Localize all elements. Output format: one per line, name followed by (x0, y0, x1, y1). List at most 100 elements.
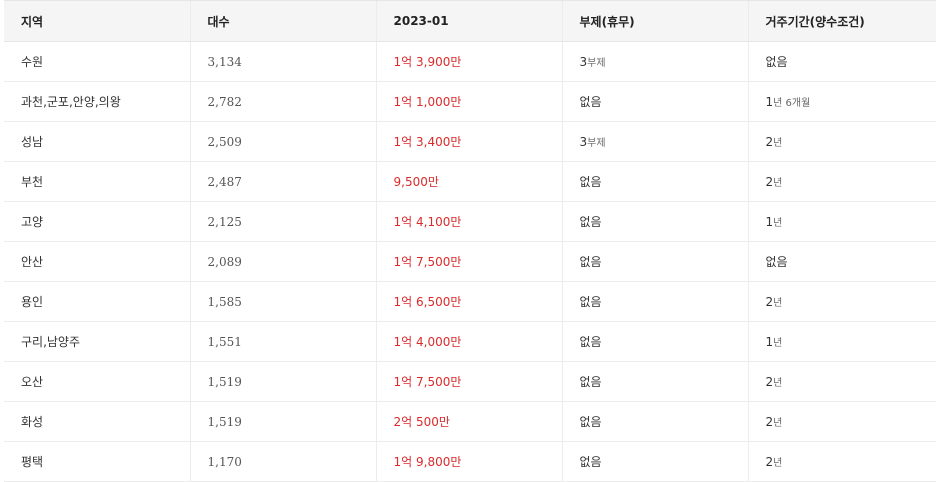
substitute-cell: 없음 (561, 441, 748, 482)
substitute-unit: 없음 (579, 215, 602, 229)
residence-cell: 2년 (747, 161, 936, 202)
residence-cell: 없음 (747, 241, 936, 282)
count-cell: 2,509 (189, 121, 376, 162)
residence-number: 1 (765, 95, 774, 109)
region-cell: 안산 (4, 241, 190, 282)
count-cell: 2,487 (189, 161, 376, 202)
residence-number: 2 (765, 375, 774, 389)
substitute-cell: 없음 (561, 361, 748, 402)
table-row: 오산 1,519 1억 7,500만 없음 2년 (4, 361, 936, 402)
residence-cell: 2년 (747, 281, 936, 322)
price-cell: 1억 9,800만 (375, 441, 562, 482)
substitute-cell: 없음 (561, 201, 748, 242)
residence-unit: 없음 (765, 55, 788, 69)
substitute-unit: 없음 (579, 335, 602, 349)
substitute-cell: 없음 (561, 401, 748, 442)
residence-cell: 1년 (747, 201, 936, 242)
substitute-cell: 3부제 (561, 121, 748, 162)
substitute-unit: 없음 (579, 375, 602, 389)
residence-cell: 없음 (747, 41, 936, 82)
substitute-number: 3 (579, 55, 588, 69)
substitute-cell: 없음 (561, 321, 748, 362)
substitute-cell: 없음 (561, 281, 748, 322)
substitute-cell: 없음 (561, 81, 748, 122)
substitute-unit: 부제 (587, 138, 606, 149)
count-cell: 2,782 (189, 81, 376, 122)
region-cell: 수원 (4, 41, 190, 82)
price-cell: 1억 1,000만 (375, 81, 562, 122)
residence-cell: 1년 (747, 321, 936, 362)
table-row: 평택 1,170 1억 9,800만 없음 2년 (4, 441, 936, 482)
substitute-unit: 없음 (579, 175, 602, 189)
header-row: 지역 대수 2023-01 부제(휴무) 거주기간(양수조건) (4, 0, 936, 42)
substitute-unit: 부제 (587, 58, 606, 69)
substitute-unit: 없음 (579, 415, 602, 429)
count-cell: 1,170 (189, 441, 376, 482)
residence-unit: 년 (773, 138, 783, 149)
table-header: 지역 대수 2023-01 부제(휴무) 거주기간(양수조건) (4, 0, 936, 42)
price-cell: 9,500만 (375, 161, 562, 202)
count-cell: 2,089 (189, 241, 376, 282)
residence-cell: 2년 (747, 441, 936, 482)
residence-number: 2 (765, 295, 774, 309)
price-cell: 1억 3,900만 (375, 41, 562, 82)
price-cell: 1억 6,500만 (375, 281, 562, 322)
region-cell: 오산 (4, 361, 190, 402)
header-price: 2023-01 (375, 0, 562, 42)
substitute-number: 3 (579, 135, 588, 149)
region-cell: 성남 (4, 121, 190, 162)
residence-unit: 년 6개월 (773, 98, 811, 109)
region-cell: 과천,군포,안양,의왕 (4, 81, 190, 122)
header-count: 대수 (189, 0, 376, 42)
table-body: 수원 3,134 1억 3,900만 3부제 없음 과천,군포,안양,의왕 2,782 1억 … (4, 41, 936, 482)
residence-unit: 없음 (765, 255, 788, 269)
table-row: 안산 2,089 1억 7,500만 없음 없음 (4, 241, 936, 282)
header-region: 지역 (4, 0, 190, 42)
price-cell: 1억 4,000만 (375, 321, 562, 362)
substitute-cell: 3부제 (561, 41, 748, 82)
residence-number: 1 (765, 335, 774, 349)
residence-number: 2 (765, 455, 774, 469)
count-cell: 1,519 (189, 401, 376, 442)
residence-cell: 2년 (747, 401, 936, 442)
table-row: 과천,군포,안양,의왕 2,782 1억 1,000만 없음 1년 6개월 (4, 81, 936, 122)
table-row: 용인 1,585 1억 6,500만 없음 2년 (4, 281, 936, 322)
region-cell: 평택 (4, 441, 190, 482)
residence-cell: 1년 6개월 (747, 81, 936, 122)
substitute-unit: 없음 (579, 255, 602, 269)
substitute-unit: 없음 (579, 95, 602, 109)
taxi-license-table: 지역 대수 2023-01 부제(휴무) 거주기간(양수조건) 수원 3,134 1… (4, 0, 936, 482)
count-cell: 1,519 (189, 361, 376, 402)
residence-cell: 2년 (747, 361, 936, 402)
table-row: 수원 3,134 1억 3,900만 3부제 없음 (4, 41, 936, 82)
price-cell: 1억 3,400만 (375, 121, 562, 162)
substitute-unit: 없음 (579, 295, 602, 309)
count-cell: 3,134 (189, 41, 376, 82)
header-residence: 거주기간(양수조건) (747, 0, 936, 42)
residence-number: 2 (765, 135, 774, 149)
substitute-cell: 없음 (561, 161, 748, 202)
count-cell: 1,551 (189, 321, 376, 362)
table-row: 고양 2,125 1억 4,100만 없음 1년 (4, 201, 936, 242)
region-cell: 구리,남양주 (4, 321, 190, 362)
price-cell: 1억 7,500만 (375, 361, 562, 402)
price-cell: 1억 7,500만 (375, 241, 562, 282)
residence-unit: 년 (773, 178, 783, 189)
count-cell: 1,585 (189, 281, 376, 322)
residence-number: 1 (765, 215, 774, 229)
residence-cell: 2년 (747, 121, 936, 162)
residence-unit: 년 (773, 298, 783, 309)
header-substitute: 부제(휴무) (561, 0, 748, 42)
table-row: 구리,남양주 1,551 1억 4,000만 없음 1년 (4, 321, 936, 362)
region-cell: 용인 (4, 281, 190, 322)
price-cell: 1억 4,100만 (375, 201, 562, 242)
substitute-unit: 없음 (579, 455, 602, 469)
region-cell: 화성 (4, 401, 190, 442)
region-cell: 부천 (4, 161, 190, 202)
residence-unit: 년 (773, 418, 783, 429)
substitute-cell: 없음 (561, 241, 748, 282)
residence-unit: 년 (773, 378, 783, 389)
taxi-license-table-container: 지역 대수 2023-01 부제(휴무) 거주기간(양수조건) 수원 3,134 1… (4, 0, 936, 482)
region-cell: 고양 (4, 201, 190, 242)
residence-unit: 년 (773, 338, 783, 349)
